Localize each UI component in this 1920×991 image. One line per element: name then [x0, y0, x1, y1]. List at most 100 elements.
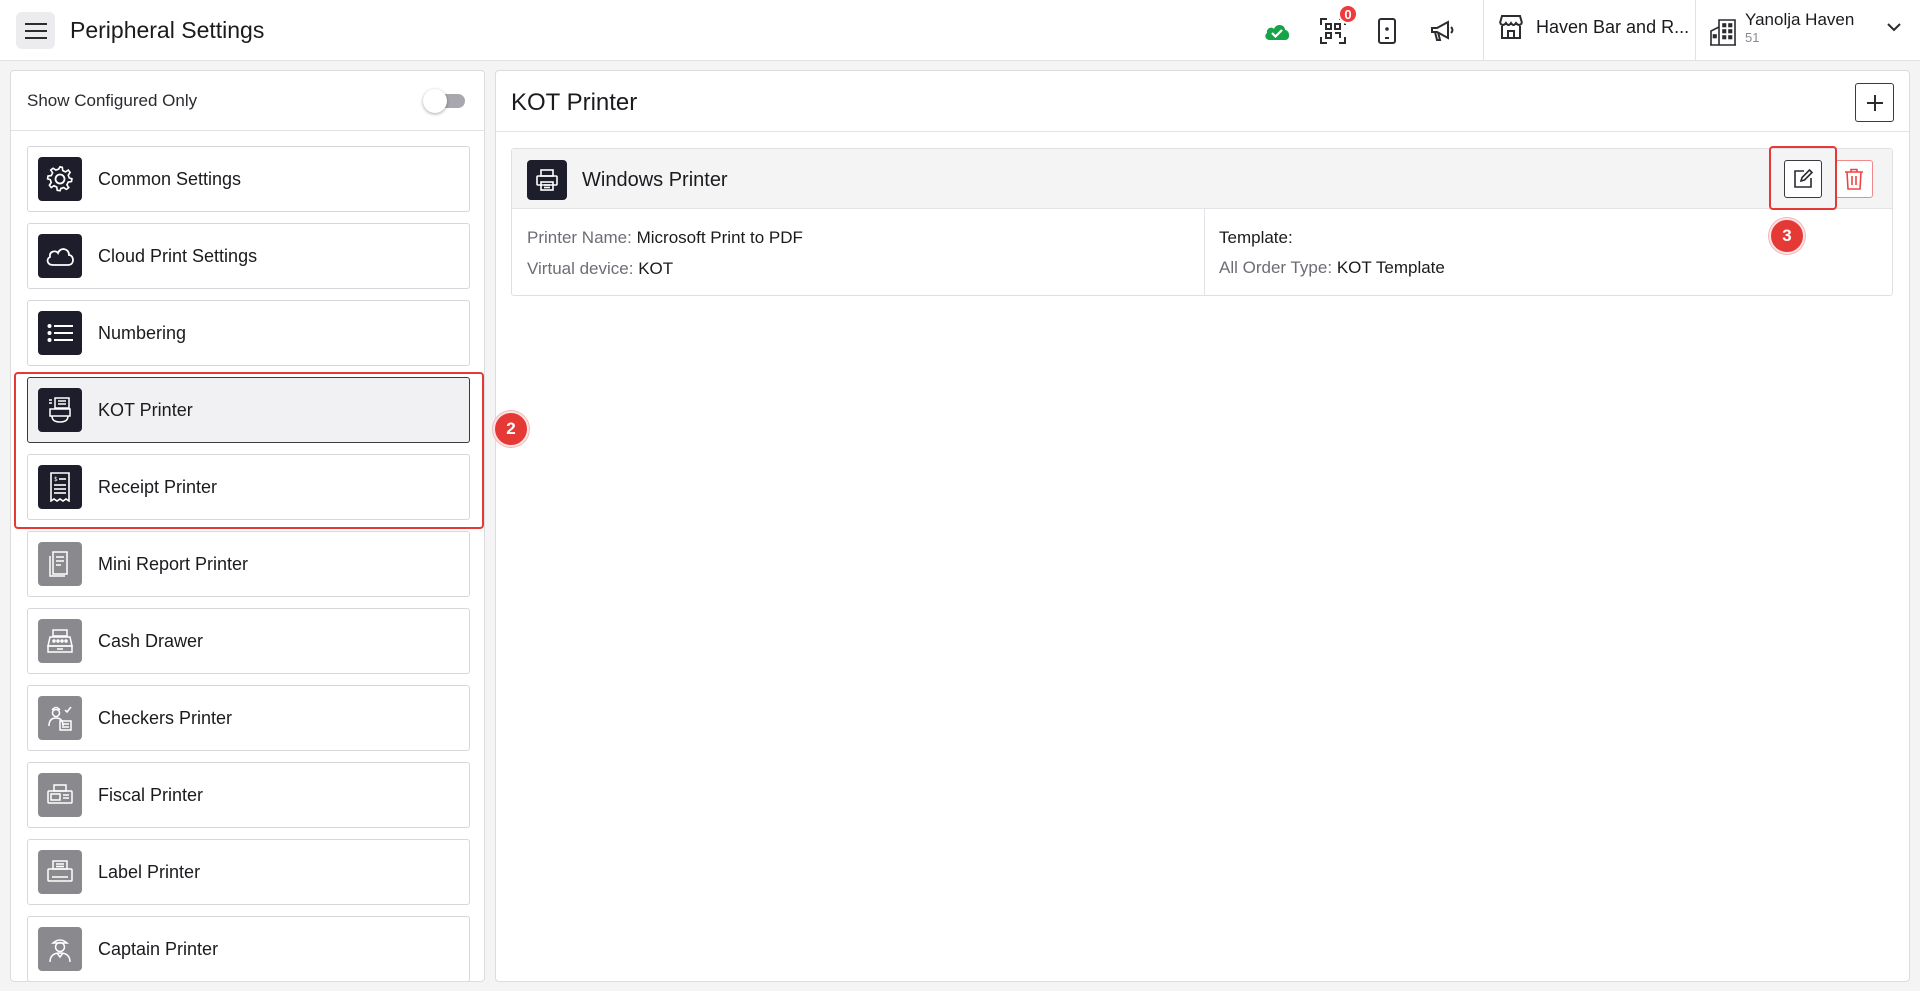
template-label: Template:	[1219, 228, 1293, 247]
printer-name-value: Microsoft Print to PDF	[636, 228, 803, 247]
store-name: Haven Bar and R...	[1536, 16, 1690, 37]
user-subtitle: 51	[1745, 30, 1760, 45]
edit-printer-button[interactable]	[1784, 160, 1822, 198]
list-icon	[47, 324, 73, 342]
divider	[496, 131, 1909, 132]
printer-card-title: Windows Printer	[582, 169, 728, 191]
gear-icon	[46, 165, 73, 192]
section-title: KOT Printer	[511, 89, 638, 116]
sidebar-item-label: KOT Printer	[98, 399, 193, 420]
plus-icon	[1866, 94, 1883, 111]
printer-name-row: Printer Name: Microsoft Print to PDF	[527, 228, 803, 248]
printer-card: Windows Printer Printer Name: Microsoft …	[511, 148, 1893, 296]
cloud-icon	[46, 248, 74, 266]
sidebar-item-kot-printer[interactable]: KOT Printer	[27, 377, 470, 443]
label-printer-icon	[47, 860, 73, 882]
item-icon-box	[38, 311, 82, 355]
sidebar-item-cash-drawer[interactable]: Cash Drawer	[27, 608, 470, 674]
printer-detail-panel: KOT Printer Windows Printer Printer Name…	[495, 70, 1910, 982]
printer-icon-box	[527, 160, 567, 200]
sidebar-item-label: Captain Printer	[98, 938, 219, 959]
filter-row: Show Configured Only	[11, 71, 484, 131]
sidebar-item-label: Numbering	[98, 322, 187, 343]
kot-printer-icon	[49, 397, 71, 423]
cloud-status-button[interactable]	[1260, 14, 1294, 48]
delete-printer-button[interactable]	[1835, 160, 1873, 198]
virtual-device-label: Virtual device:	[527, 259, 634, 278]
sidebar-item-label: Fiscal Printer	[98, 784, 204, 805]
item-icon-box	[38, 696, 82, 740]
announcements-button[interactable]	[1425, 14, 1459, 48]
user-info: Yanolja Haven 51	[1745, 9, 1854, 45]
receipt-icon: $	[50, 472, 70, 502]
qr-orders-button[interactable]: 0	[1316, 4, 1358, 48]
printer-icon	[536, 169, 558, 191]
item-icon-box	[38, 619, 82, 663]
column-divider	[1204, 209, 1205, 296]
sidebar-item-fiscal-printer[interactable]: Fiscal Printer	[27, 762, 470, 828]
sidebar-item-numbering[interactable]: Numbering	[27, 300, 470, 366]
sidebar-item-label: Mini Report Printer	[98, 553, 249, 574]
sidebar-item-mini-report-printer[interactable]: Mini Report Printer	[27, 531, 470, 597]
sidebar-item-receipt-printer[interactable]: $ Receipt Printer	[27, 454, 470, 520]
sidebar-item-label: Label Printer	[98, 861, 201, 882]
toggle-knob	[423, 89, 447, 113]
item-icon-box	[38, 850, 82, 894]
tablet-icon	[1378, 18, 1396, 44]
menu-button[interactable]	[16, 12, 55, 49]
report-icon	[49, 551, 68, 577]
item-icon-box	[38, 773, 82, 817]
item-icon-box	[38, 927, 82, 971]
edit-icon	[1794, 169, 1813, 188]
sidebar-item-captain-printer[interactable]: Captain Printer	[27, 916, 470, 981]
sidebar-item-label: Cash Drawer	[98, 630, 204, 651]
trash-icon	[1845, 168, 1863, 190]
item-icon-box	[38, 234, 82, 278]
cash-register-icon	[47, 629, 73, 653]
user-selector[interactable]: Yanolja Haven 51	[1709, 9, 1854, 46]
virtual-device-value: KOT	[638, 259, 674, 278]
printer-card-header: Windows Printer	[512, 149, 1892, 209]
show-configured-label: Show Configured Only	[27, 91, 198, 110]
show-configured-toggle[interactable]	[423, 89, 469, 113]
sidebar-item-label: Checkers Printer	[98, 707, 233, 728]
divider	[1695, 0, 1696, 60]
fiscal-printer-icon	[47, 784, 73, 804]
menu-icon	[24, 22, 47, 39]
megaphone-icon	[1431, 20, 1454, 41]
checker-icon	[48, 706, 72, 731]
sidebar-item-label: Cloud Print Settings	[98, 245, 258, 266]
notification-badge: 0	[1338, 4, 1358, 24]
item-icon-box	[38, 157, 82, 201]
add-printer-button[interactable]	[1855, 83, 1894, 122]
user-name: Yanolja Haven	[1745, 10, 1855, 29]
store-icon	[1499, 15, 1523, 39]
sidebar-item-common-settings[interactable]: Common Settings	[27, 146, 470, 212]
item-icon-box: $	[38, 465, 82, 509]
peripheral-list-panel: Show Configured Only Common Settings Clo…	[10, 70, 485, 982]
svg-text:$: $	[54, 476, 58, 483]
order-type-value: KOT Template	[1336, 258, 1445, 277]
page-title: Peripheral Settings	[70, 17, 265, 43]
chevron-down-icon[interactable]	[1886, 22, 1902, 32]
step-2-marker: 2	[493, 411, 529, 447]
sidebar-item-cloud-print-settings[interactable]: Cloud Print Settings	[27, 223, 470, 289]
cloud-check-icon	[1265, 24, 1290, 40]
divider	[1483, 0, 1484, 60]
order-type-label: All Order Type:	[1219, 258, 1333, 277]
virtual-device-row: Virtual device: KOT	[527, 259, 673, 279]
printer-name-label: Printer Name:	[527, 228, 632, 247]
top-bar: Peripheral Settings 0 Haven Bar and R...…	[0, 0, 1920, 61]
sidebar-item-label-printer[interactable]: Label Printer	[27, 839, 470, 905]
sidebar-item-checkers-printer[interactable]: Checkers Printer	[27, 685, 470, 751]
step-3-marker: 3	[1769, 218, 1805, 254]
sidebar-item-label: Common Settings	[98, 168, 242, 189]
device-button[interactable]	[1370, 14, 1404, 48]
store-selector[interactable]: Haven Bar and R...	[1498, 15, 1689, 39]
captain-icon	[49, 939, 71, 963]
item-icon-box	[38, 542, 82, 586]
building-icon	[1710, 19, 1736, 46]
order-type-row: All Order Type: KOT Template	[1219, 258, 1445, 278]
sidebar-item-label: Receipt Printer	[98, 476, 218, 497]
item-icon-box	[38, 388, 82, 432]
